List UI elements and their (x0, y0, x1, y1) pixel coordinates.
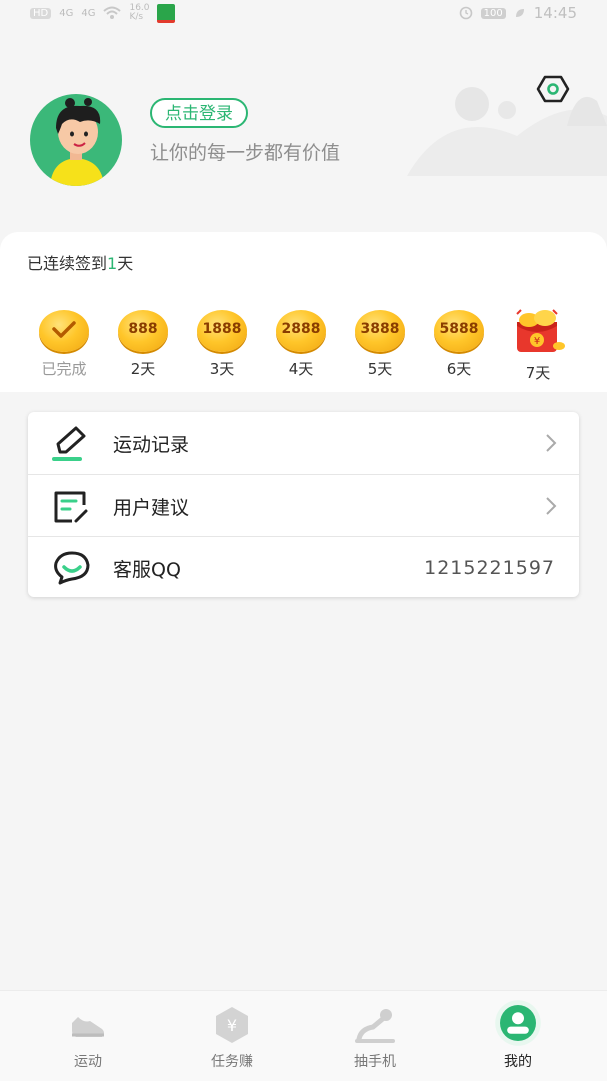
hills-decoration (407, 87, 607, 176)
status-left: HD 4G 4G 16.0 K/s (30, 3, 176, 23)
profile-icon (495, 1000, 541, 1046)
app-notification-icon (157, 3, 176, 23)
menu-item-service-qq[interactable]: 客服QQ 1215221597 (28, 536, 579, 599)
signin-day-2[interactable]: 888 2天 (106, 308, 180, 379)
chevron-right-icon (546, 497, 557, 515)
feedback-icon (54, 491, 88, 523)
svg-text:¥: ¥ (227, 1016, 237, 1035)
signin-days: 已完成 888 2天 1888 3天 2888 4天 3888 5天 5888 … (25, 308, 585, 388)
avatar-illustration-icon (50, 98, 104, 186)
day-label: 2天 (130, 360, 156, 378)
pencil-icon (52, 426, 86, 461)
avatar[interactable] (30, 94, 122, 186)
alarm-icon (459, 6, 472, 20)
tab-label: 运动 (74, 1054, 102, 1070)
chat-icon (54, 551, 90, 585)
tab-sport[interactable]: 运动 (28, 991, 148, 1081)
coin-amount: 5888 (439, 321, 479, 337)
coin-amount: 888 (128, 321, 158, 337)
shoe-icon (72, 1017, 104, 1037)
profile-header: 点击登录 让你的每一步都有价值 (0, 26, 607, 226)
day-label: 6天 (446, 360, 472, 378)
slogan-text: 让你的每一步都有价值 (150, 142, 341, 164)
coin-icon: 888 (116, 308, 170, 354)
leaf-icon (515, 9, 524, 17)
qq-number: 1215221597 (424, 557, 555, 579)
chevron-right-icon (546, 434, 557, 452)
menu-item-sport-record[interactable]: 运动记录 (28, 412, 579, 474)
coin-icon: 1888 (195, 308, 249, 354)
hd-badge: HD (30, 7, 52, 19)
signin-day-3[interactable]: 1888 3天 (185, 308, 259, 379)
day-label: 3天 (209, 360, 235, 378)
red-envelope-gift-icon: ¥ (516, 309, 565, 352)
check-coin-icon (37, 308, 91, 354)
menu-item-label: 运动记录 (113, 433, 190, 456)
coin-amount: 1888 (202, 321, 242, 337)
day-label: 4天 (288, 360, 314, 378)
tab-tasks[interactable]: ¥ 任务赚 (172, 991, 292, 1081)
menu-item-label: 用户建议 (113, 496, 190, 519)
signin-day-7[interactable]: ¥ 7天 (501, 308, 575, 383)
net-speed: 16.0 K/s (129, 3, 150, 22)
signin-day-1[interactable]: 已完成 (27, 308, 101, 379)
signin-panel: 已连续签到1天 已完成 888 2天 1888 3天 2888 4天 3888 … (0, 232, 607, 392)
signin-day-6[interactable]: 5888 6天 (422, 308, 496, 379)
coin-icon: 2888 (274, 308, 328, 354)
status-bar: HD 4G 4G 16.0 K/s 100 14:45 (0, 0, 607, 26)
tab-label: 我的 (504, 1054, 532, 1070)
coin-icon: 5888 (432, 308, 486, 354)
signin-day-5[interactable]: 3888 5天 (343, 308, 417, 379)
coin-amount: 3888 (360, 321, 400, 337)
login-button[interactable]: 点击登录 (150, 98, 248, 128)
tab-label: 任务赚 (211, 1054, 253, 1070)
menu-item-label: 客服QQ (113, 558, 181, 581)
streak-suffix: 天 (117, 254, 134, 273)
signin-day-4[interactable]: 2888 4天 (264, 308, 338, 379)
menu-item-feedback[interactable]: 用户建议 (28, 474, 579, 537)
signal-icon-2: 4G (81, 7, 96, 19)
yuan-hex-icon: ¥ (216, 1007, 248, 1043)
streak-prefix: 已连续签到 (27, 254, 108, 273)
day-label: 已完成 (41, 360, 87, 378)
joystick-icon (355, 1009, 395, 1043)
coin-amount: 2888 (281, 321, 321, 337)
wifi-icon (103, 6, 122, 19)
status-right: 100 14:45 (459, 4, 577, 22)
streak-count: 1 (107, 254, 118, 273)
signal-icon: 4G (59, 7, 74, 19)
menu-card: 运动记录 用户建议 客服QQ 1215221597 (28, 412, 579, 597)
battery-icon: 100 (480, 7, 506, 19)
tab-mine[interactable]: 我的 (458, 991, 578, 1081)
day-label: 5天 (367, 360, 393, 378)
day-label: 7天 (525, 364, 551, 382)
tab-label: 抽手机 (354, 1054, 396, 1070)
signin-streak-title: 已连续签到1天 (27, 250, 133, 274)
settings-icon[interactable] (536, 74, 570, 104)
coin-icon: 3888 (353, 308, 407, 354)
tab-draw-phone[interactable]: 抽手机 (315, 991, 435, 1081)
svg-text:¥: ¥ (534, 336, 540, 347)
clock: 14:45 (533, 4, 577, 22)
bottom-tab-bar: 运动 ¥ 任务赚 抽手机 我的 (0, 990, 607, 1081)
